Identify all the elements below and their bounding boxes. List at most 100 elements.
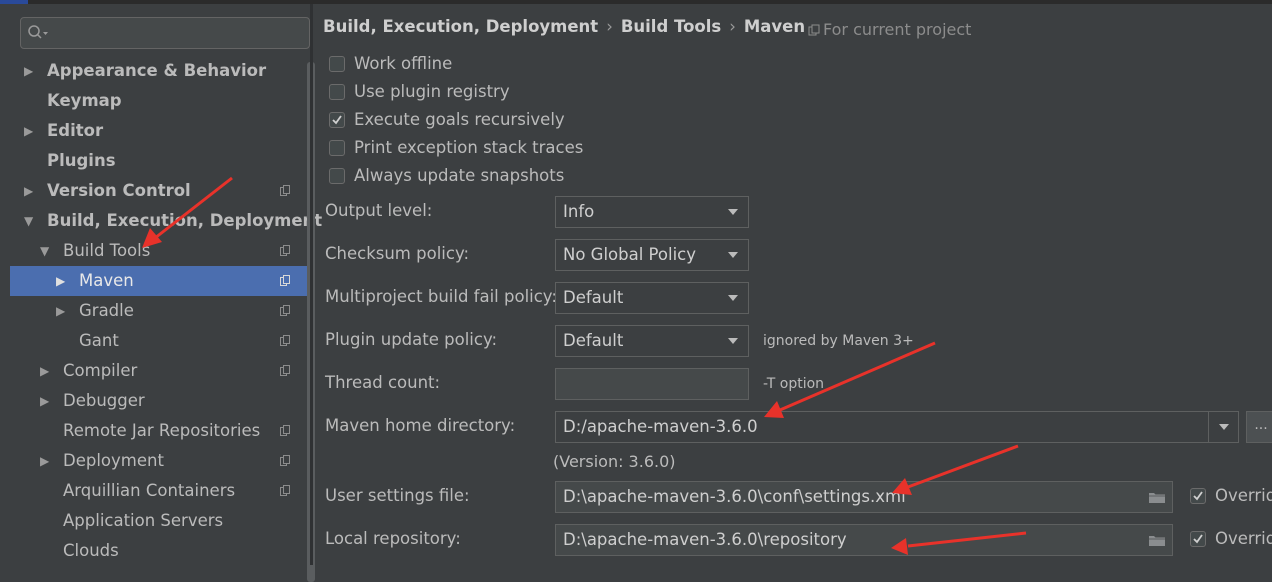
- checkbox-label: Overrid: [1215, 486, 1272, 505]
- checkbox-label: Execute goals recursively: [354, 110, 565, 129]
- breadcrumb-separator: ›: [729, 17, 736, 36]
- sidebar-item-label: Editor: [47, 121, 104, 140]
- checkbox-label: Print exception stack traces: [354, 138, 584, 157]
- select-value: Default: [563, 288, 624, 307]
- thread-count-hint: -T option: [763, 376, 825, 392]
- output-level-select[interactable]: Info: [555, 196, 749, 228]
- breadcrumb: Build, Execution, Deployment › Build Tools…: [323, 17, 805, 36]
- project-scope-icon: [280, 335, 290, 346]
- dropdown-arrow-icon: [728, 295, 738, 301]
- collapsed-arrow-icon[interactable]: ▶: [56, 266, 65, 296]
- sidebar-item-maven[interactable]: ▶ Maven: [10, 266, 310, 296]
- checkbox-label: Work offline: [354, 54, 453, 73]
- project-scope-icon: [280, 425, 290, 436]
- project-scope-icon: [808, 24, 820, 36]
- expanded-arrow-icon[interactable]: ▼: [24, 206, 33, 236]
- project-scope-icon: [280, 305, 290, 316]
- checkbox-box[interactable]: [329, 84, 345, 100]
- thread-count-label: Thread count:: [325, 373, 441, 392]
- fail-policy-select[interactable]: Default: [555, 282, 749, 314]
- panel-divider[interactable]: [310, 4, 313, 565]
- breadcrumb-separator: ›: [606, 17, 613, 36]
- sidebar-item-label: Application Servers: [63, 511, 224, 530]
- fail-policy-label: Multiproject build fail policy:: [325, 287, 557, 306]
- checkbox-label: Always update snapshots: [354, 166, 565, 185]
- breadcrumb-item: Maven: [743, 17, 806, 36]
- user-settings-input[interactable]: D:\apache-maven-3.6.0\conf\settings.xml: [555, 481, 1173, 513]
- project-scope-icon: [280, 365, 290, 376]
- dropdown-arrow-icon[interactable]: [1219, 424, 1229, 430]
- maven-home-combo[interactable]: D:/apache-maven-3.6.0: [555, 411, 1239, 443]
- input-value: D:\apache-maven-3.6.0\conf\settings.xml: [563, 487, 906, 506]
- sidebar-item-gradle[interactable]: ▶ Gradle: [10, 296, 310, 326]
- input-value: D:\apache-maven-3.6.0\repository: [563, 530, 847, 549]
- settings-sidebar: ▶ Appearance & Behavior Keymap ▶ Editor Plugi…: [10, 4, 322, 582]
- plugin-update-policy-select[interactable]: Default: [555, 325, 749, 357]
- local-repository-input[interactable]: D:\apache-maven-3.6.0\repository: [555, 524, 1173, 556]
- project-scope-icon: [280, 485, 290, 496]
- sidebar-item-remote-jar-repositories[interactable]: Remote Jar Repositories: [10, 416, 310, 446]
- sidebar-item-compiler[interactable]: ▶ Compiler: [10, 356, 310, 386]
- checkbox-box[interactable]: [1190, 488, 1206, 504]
- thread-count-input[interactable]: [555, 368, 749, 400]
- sidebar-item-label: Appearance & Behavior: [47, 61, 267, 80]
- collapsed-arrow-icon[interactable]: ▶: [24, 176, 33, 206]
- collapsed-arrow-icon[interactable]: ▶: [56, 296, 65, 326]
- left-edge: [0, 4, 10, 565]
- collapsed-arrow-icon[interactable]: ▶: [24, 56, 33, 86]
- maven-version-text: (Version: 3.6.0): [553, 452, 676, 471]
- scope-label: For current project: [808, 20, 971, 39]
- checkbox-box[interactable]: [329, 112, 345, 128]
- sidebar-item-keymap[interactable]: Keymap: [10, 86, 310, 116]
- sidebar-item-clouds[interactable]: Clouds: [10, 536, 310, 566]
- sidebar-item-plugins[interactable]: Plugins: [10, 146, 310, 176]
- select-value: Default: [563, 331, 624, 350]
- sidebar-item-label: Debugger: [63, 391, 145, 410]
- plugin-update-policy-label: Plugin update policy:: [325, 330, 498, 349]
- sidebar-item-editor[interactable]: ▶ Editor: [10, 116, 310, 146]
- checksum-policy-select[interactable]: No Global Policy: [555, 239, 749, 271]
- checksum-policy-label: Checksum policy:: [325, 244, 470, 263]
- checkbox-box[interactable]: [1190, 531, 1206, 547]
- collapsed-arrow-icon[interactable]: ▶: [40, 446, 49, 476]
- sidebar-item-arquillian-containers[interactable]: Arquillian Containers: [10, 476, 310, 506]
- checkmark-icon: [332, 115, 342, 125]
- local-repository-label: Local repository:: [325, 529, 461, 548]
- sidebar-item-debugger[interactable]: ▶ Debugger: [10, 386, 310, 416]
- input-value: D:/apache-maven-3.6.0: [563, 417, 758, 436]
- breadcrumb-item: Build, Execution, Deployment: [323, 17, 599, 36]
- combo-separator: [1208, 412, 1209, 442]
- checkbox-box[interactable]: [329, 168, 345, 184]
- sidebar-item-deployment[interactable]: ▶ Deployment: [10, 446, 310, 476]
- sidebar-item-label: Arquillian Containers: [63, 481, 236, 500]
- project-scope-icon: [280, 455, 290, 466]
- sidebar-item-label: Clouds: [63, 541, 119, 560]
- sidebar-item-build-tools[interactable]: ▼ Build Tools: [10, 236, 310, 266]
- breadcrumb-item: Build Tools: [620, 17, 722, 36]
- search-input[interactable]: [20, 17, 310, 49]
- checkbox-box[interactable]: [329, 140, 345, 156]
- sidebar-item-label: Deployment: [63, 451, 164, 470]
- dropdown-arrow-icon: [728, 338, 738, 344]
- checkbox-box[interactable]: [329, 56, 345, 72]
- sidebar-item-label: Keymap: [47, 91, 122, 110]
- collapsed-arrow-icon[interactable]: ▶: [40, 386, 49, 416]
- checkmark-icon: [1193, 491, 1203, 501]
- sidebar-item-application-servers[interactable]: Application Servers: [10, 506, 310, 536]
- expanded-arrow-icon[interactable]: ▼: [40, 236, 49, 266]
- user-settings-label: User settings file:: [325, 486, 470, 505]
- select-value: No Global Policy: [563, 245, 697, 264]
- browse-button[interactable]: ...: [1246, 411, 1272, 443]
- scope-text: For current project: [823, 20, 972, 39]
- sidebar-item-label: Remote Jar Repositories: [63, 421, 261, 440]
- sidebar-item-build-execution-deployment[interactable]: ▼ Build, Execution, Deployment: [10, 206, 322, 236]
- collapsed-arrow-icon[interactable]: ▶: [40, 356, 49, 386]
- sidebar-item-appearance-behavior[interactable]: ▶ Appearance & Behavior: [10, 56, 310, 86]
- sidebar-item-label: Compiler: [63, 361, 138, 380]
- folder-icon[interactable]: [1148, 491, 1166, 504]
- collapsed-arrow-icon[interactable]: ▶: [24, 116, 33, 146]
- plugin-update-hint: ignored by Maven 3+: [763, 333, 914, 349]
- sidebar-item-version-control[interactable]: ▶ Version Control: [10, 176, 310, 206]
- sidebar-item-gant[interactable]: Gant: [10, 326, 310, 356]
- folder-icon[interactable]: [1148, 534, 1166, 547]
